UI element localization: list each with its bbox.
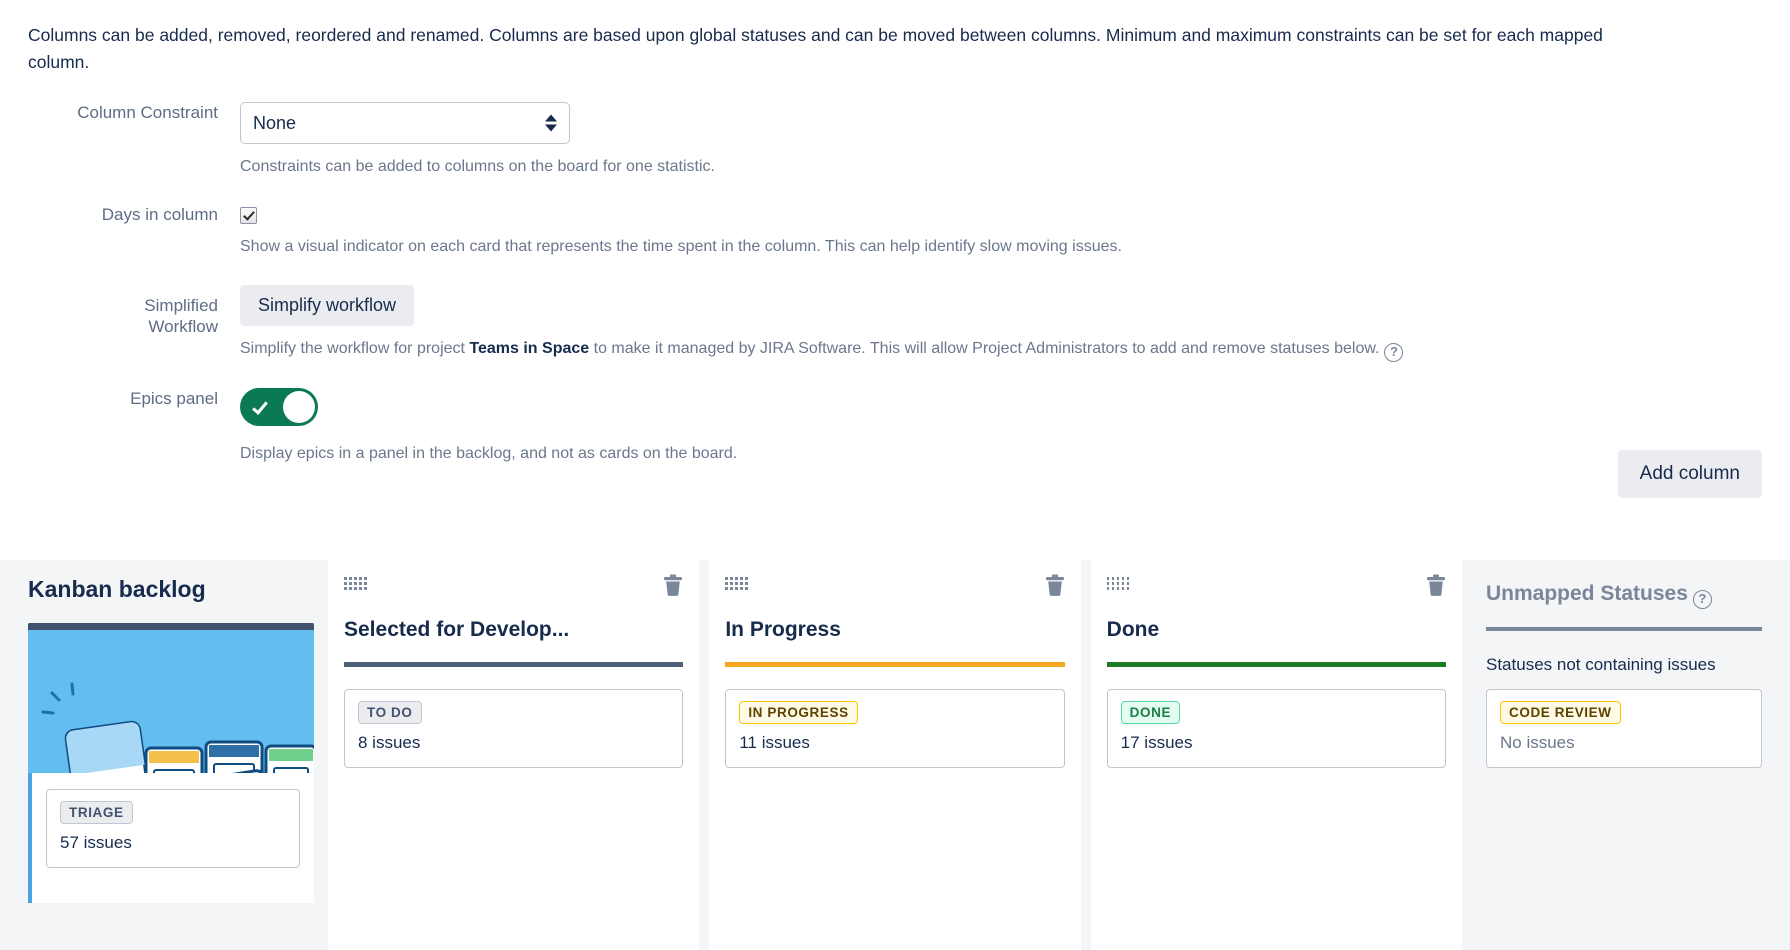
status-issue-count: 8 issues bbox=[358, 733, 669, 753]
days-in-column-label: Days in column bbox=[28, 204, 240, 226]
column-constraint-select-wrap[interactable]: None bbox=[240, 102, 570, 144]
intro-description: Columns can be added, removed, reordered… bbox=[28, 22, 1668, 76]
simplified-workflow-label: Simplified Workflow bbox=[28, 285, 240, 339]
hint-text-after: to make it managed by JIRA Software. Thi… bbox=[589, 340, 1379, 357]
board-column-header bbox=[344, 574, 683, 600]
simplified-workflow-label-line1: Simplified bbox=[28, 295, 218, 317]
status-issue-count: 11 issues bbox=[739, 733, 1050, 753]
board-column-title[interactable]: In Progress bbox=[725, 618, 1064, 642]
status-lozenge: DONE bbox=[1121, 701, 1180, 724]
simplify-workflow-button[interactable]: Simplify workflow bbox=[240, 285, 414, 326]
drag-handle-icon[interactable] bbox=[725, 574, 748, 590]
trash-icon[interactable] bbox=[663, 574, 683, 601]
drag-handle-icon[interactable] bbox=[1107, 574, 1130, 590]
epics-panel-hint: Display epics in a panel in the backlog,… bbox=[240, 442, 1762, 465]
simplified-workflow-hint: Simplify the workflow for project Teams … bbox=[240, 337, 1762, 362]
status-lozenge: CODE REVIEW bbox=[1500, 701, 1621, 724]
unmapped-statuses-title: Unmapped Statuses? bbox=[1486, 582, 1762, 609]
hint-text-before: Simplify the workflow for project bbox=[240, 340, 469, 357]
status-issue-count: No issues bbox=[1500, 733, 1748, 753]
days-in-column-checkbox[interactable] bbox=[240, 207, 257, 224]
add-column-button[interactable]: Add column bbox=[1618, 450, 1762, 498]
status-card[interactable]: TRIAGE 57 issues bbox=[46, 789, 300, 868]
status-lozenge: IN PROGRESS bbox=[739, 701, 857, 724]
status-lozenge: TO DO bbox=[358, 701, 422, 724]
help-circle-icon[interactable]: ? bbox=[1693, 590, 1712, 609]
board-column: In Progress IN PROGRESS 11 issues bbox=[709, 560, 1080, 950]
unmapped-statuses-title-text: Unmapped Statuses bbox=[1486, 582, 1688, 605]
status-lozenge: TRIAGE bbox=[60, 801, 133, 824]
status-card[interactable]: TO DO 8 issues bbox=[344, 689, 683, 768]
column-constraint-hint: Constraints can be added to columns on t… bbox=[240, 155, 1762, 178]
status-card[interactable]: IN PROGRESS 11 issues bbox=[725, 689, 1064, 768]
board-columns-settings-panel: Columns can be added, removed, reordered… bbox=[0, 0, 1790, 560]
unmapped-divider bbox=[1486, 627, 1762, 631]
status-card[interactable]: CODE REVIEW No issues bbox=[1486, 689, 1762, 768]
unmapped-subtitle: Statuses not containing issues bbox=[1486, 655, 1762, 675]
kanban-backlog-card: TRIAGE 57 issues bbox=[28, 623, 314, 903]
status-issue-count: 17 issues bbox=[1121, 733, 1432, 753]
board-column-title[interactable]: Selected for Develop... bbox=[344, 618, 683, 642]
backlog-status-overlay: TRIAGE 57 issues bbox=[28, 773, 314, 903]
board-column: Done DONE 17 issues bbox=[1091, 560, 1462, 950]
board-column-header bbox=[1107, 574, 1446, 600]
field-simplified-workflow: Simplified Workflow Simplify workflow Si… bbox=[28, 285, 1762, 362]
kanban-backlog-column: Kanban backlog bbox=[28, 560, 328, 903]
hint-project-name: Teams in Space bbox=[469, 340, 589, 357]
drag-handle-icon[interactable] bbox=[344, 574, 367, 590]
board-column-header bbox=[725, 574, 1064, 600]
kanban-backlog-title: Kanban backlog bbox=[28, 576, 328, 603]
help-circle-icon[interactable]: ? bbox=[1384, 343, 1403, 362]
mapped-columns-strip: Selected for Develop... TO DO 8 issues I… bbox=[328, 560, 1462, 950]
board-column-accent-bar bbox=[725, 662, 1064, 667]
unmapped-statuses-column: Unmapped Statuses? Statuses not containi… bbox=[1462, 560, 1762, 768]
board-columns-area: Kanban backlog bbox=[0, 560, 1790, 950]
status-issue-count: 57 issues bbox=[60, 833, 286, 853]
toggle-knob bbox=[283, 391, 315, 423]
field-days-in-column: Days in column Show a visual indicator o… bbox=[28, 204, 1762, 258]
board-column-accent-bar bbox=[344, 662, 683, 667]
add-column-wrap: Add column bbox=[1618, 450, 1762, 498]
epics-panel-toggle[interactable] bbox=[240, 388, 318, 426]
simplified-workflow-label-line2: Workflow bbox=[28, 316, 218, 338]
status-card[interactable]: DONE 17 issues bbox=[1107, 689, 1446, 768]
board-column-accent-bar bbox=[1107, 662, 1446, 667]
column-constraint-label: Column Constraint bbox=[28, 102, 240, 124]
column-constraint-select[interactable]: None bbox=[240, 102, 570, 144]
days-in-column-hint: Show a visual indicator on each card tha… bbox=[240, 235, 1762, 258]
board-column: Selected for Develop... TO DO 8 issues bbox=[328, 560, 699, 950]
check-icon bbox=[252, 398, 268, 415]
trash-icon[interactable] bbox=[1426, 574, 1446, 601]
board-column-title[interactable]: Done bbox=[1107, 618, 1446, 642]
epics-panel-label: Epics panel bbox=[28, 388, 240, 410]
field-column-constraint: Column Constraint None Constraints can b… bbox=[28, 102, 1762, 178]
field-epics-panel: Epics panel Display epics in a panel in … bbox=[28, 388, 1762, 465]
trash-icon[interactable] bbox=[1045, 574, 1065, 601]
